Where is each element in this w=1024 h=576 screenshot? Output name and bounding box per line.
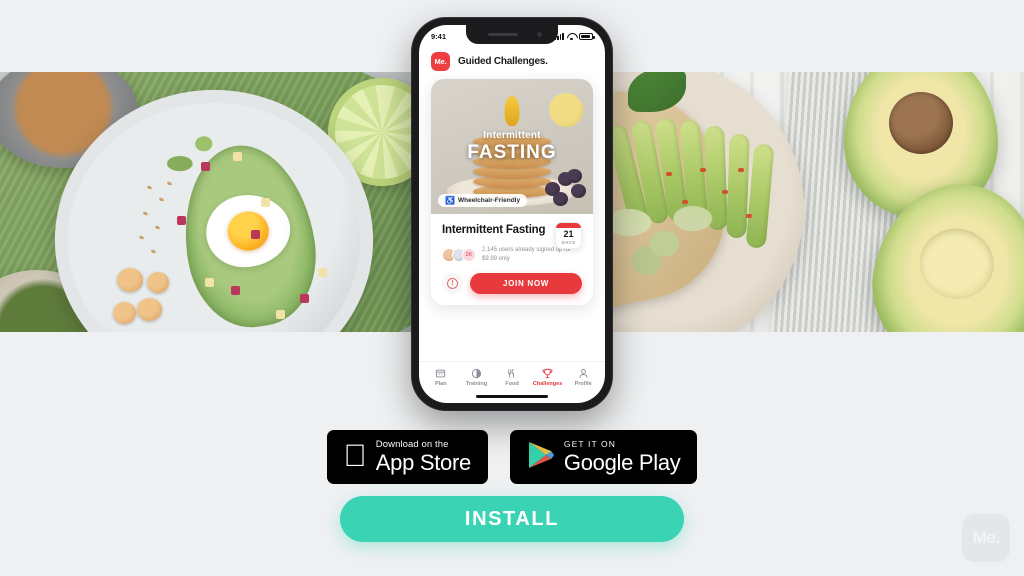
google-play-icon [527, 440, 555, 475]
home-indicator [419, 390, 605, 403]
tab-profile[interactable]: Profile [565, 368, 601, 387]
install-button[interactable]: INSTALL [340, 496, 684, 542]
training-icon [471, 368, 482, 379]
cheese-cube [318, 268, 327, 277]
beet-cube [201, 162, 210, 171]
me-logo-icon: Me. [431, 52, 450, 71]
macadamia-nut [117, 268, 143, 292]
egg-yolk [226, 210, 270, 251]
cellular-bars-icon [554, 32, 564, 40]
google-play-small-text: GET IT ON [552, 439, 615, 450]
macadamia-nut [147, 272, 169, 293]
macadamia-nut [113, 302, 136, 324]
phone-screen: 9:41 Me. Guided Challenges. Intermittent… [419, 25, 605, 403]
challenge-card-image: Intermittent FASTING ♿ Wheelchair-Friend… [431, 79, 593, 214]
tab-label: Profile [574, 381, 592, 387]
cheese-cube [205, 278, 214, 287]
app-store-small-text: Download on the [364, 438, 449, 450]
tab-challenges[interactable]: Challenges [530, 368, 566, 387]
avatar-count: 2K [462, 248, 476, 263]
battery-icon [579, 32, 595, 40]
cheese-cube [261, 198, 270, 207]
beet-cube [177, 216, 186, 225]
join-now-button[interactable]: JOIN NOW [470, 272, 582, 294]
macadamia-nut [137, 298, 162, 321]
beet-cube [251, 230, 260, 239]
status-bar-time: 9:41 [431, 31, 447, 41]
cheese-cube [233, 152, 242, 161]
phone-mockup: 9:41 Me. Guided Challenges. Intermittent… [412, 18, 612, 410]
tab-label: Training [465, 381, 488, 387]
accessibility-badge: ♿ Wheelchair-Friendly [438, 194, 528, 207]
tab-label: Plan [434, 381, 447, 387]
app-title: Guided Challenges. [458, 56, 548, 67]
me-watermark-logo: Me. [962, 514, 1010, 562]
days-badge: 21 DAYS [555, 222, 582, 249]
tab-plan[interactable]: Plan [423, 368, 459, 387]
challenge-title: Intermittent Fasting [442, 224, 546, 236]
days-number: 21 [563, 229, 574, 239]
plan-icon [435, 368, 446, 379]
egg-white [204, 193, 292, 269]
beet-cube [231, 286, 240, 295]
status-bar: 9:41 [419, 25, 605, 47]
status-bar-indicators [554, 32, 595, 40]
store-badges-row:  Download on the App Store GET IT ON Go… [0, 430, 1024, 484]
accessibility-icon: ♿ [445, 195, 455, 205]
food-icon [506, 368, 517, 379]
tab-label: Food [505, 381, 519, 387]
avocado-slice [726, 133, 750, 239]
overlay-title: FASTING [467, 141, 557, 163]
wifi-icon [567, 33, 576, 40]
beet-cube [300, 294, 309, 303]
food-photo-right [604, 72, 1024, 332]
tab-training[interactable]: Training [459, 368, 495, 387]
avocado-pit [889, 91, 953, 154]
google-play-badge[interactable]: GET IT ON Google Play [509, 430, 698, 484]
info-circle-icon[interactable]: ! [442, 272, 463, 294]
avatar-stack: 2K [442, 248, 476, 263]
google-play-text: GET IT ON Google Play [564, 440, 681, 474]
challenges-icon [542, 368, 553, 379]
google-play-big-text: Google Play [552, 449, 681, 475]
cta-row: ! JOIN NOW [442, 272, 582, 294]
app-store-badge[interactable]:  Download on the App Store [326, 430, 488, 484]
app-header: Me. Guided Challenges. [419, 47, 605, 79]
avocado-flesh [914, 223, 999, 305]
apple-logo-icon:  [344, 440, 367, 471]
app-store-big-text: App Store [364, 450, 471, 476]
cheese-cube [276, 310, 285, 319]
food-photo-left [0, 72, 420, 332]
challenge-card-body: Intermittent Fasting 21 DAYS 2K 2,145 us… [431, 214, 593, 305]
bottom-tab-bar: Plan Training Food Challenges Profile [419, 360, 605, 391]
challenge-card[interactable]: Intermittent FASTING ♿ Wheelchair-Friend… [431, 79, 593, 305]
overlay-subtitle: Intermittent [483, 129, 541, 141]
profile-icon [578, 368, 589, 379]
tab-food[interactable]: Food [494, 368, 530, 387]
app-store-text: Download on the App Store [376, 440, 471, 475]
accessibility-badge-label: Wheelchair-Friendly [457, 197, 521, 204]
alfalfa-sprouts [604, 184, 726, 280]
tab-label: Challenges [532, 381, 563, 387]
days-label: DAYS [561, 240, 576, 245]
